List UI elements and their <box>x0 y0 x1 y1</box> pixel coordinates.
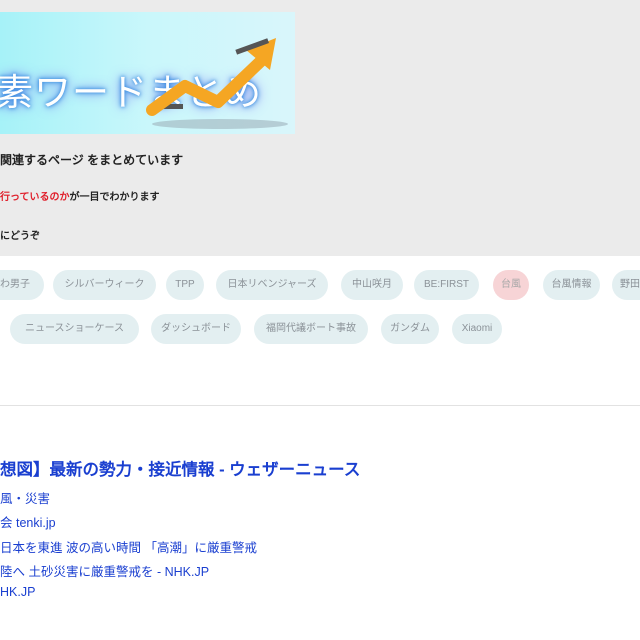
tag-item[interactable]: 福岡代議ボート事故 <box>254 314 368 344</box>
tag-item[interactable]: 中山咲月 <box>341 270 403 300</box>
result-link[interactable]: 陸へ 土砂災害に厳重警戒を - NHK.JP <box>0 561 209 580</box>
tag-item[interactable]: ダッシュボード <box>151 314 241 344</box>
intro-highlight: 行っているのか <box>0 192 70 203</box>
trend-arrow-icon <box>146 38 288 129</box>
tag-item[interactable]: わ男子 <box>0 270 44 300</box>
result-link[interactable]: 日本を東進 波の高い時間 「高潮」に厳重警戒 <box>0 537 257 556</box>
tag-item[interactable]: 野田 <box>612 270 640 300</box>
tag-item[interactable]: 台風情報 <box>543 270 600 300</box>
tag-item[interactable]: Xiaomi <box>452 314 502 344</box>
intro-welcome: にどうぞ <box>0 231 40 242</box>
site-logo[interactable]: 素ワードまとめ <box>0 12 295 134</box>
result-title-link[interactable]: 想図】最新の勢力・接近情報 - ウェザーニュース <box>0 456 360 480</box>
intro-trend-rest: が一目でわかります <box>69 192 160 203</box>
section-divider <box>0 405 640 406</box>
result-link[interactable]: 会 tenki.jp <box>0 512 56 531</box>
result-link[interactable]: 風・災害 <box>0 488 50 507</box>
intro-description: 関連するページ をまとめています <box>0 153 184 167</box>
tag-item[interactable]: BE:FIRST <box>414 270 479 300</box>
tag-item[interactable]: シルバーウィーク <box>53 270 156 300</box>
tag-item-active[interactable]: 台風 <box>493 270 529 300</box>
tag-item[interactable]: TPP <box>166 270 204 300</box>
intro-trend-note: 行っているのかが一目でわかります <box>0 188 160 203</box>
tag-item[interactable]: 日本リベンジャーズ <box>216 270 328 300</box>
result-link[interactable]: HK.JP <box>0 585 35 599</box>
tag-item[interactable]: ガンダム <box>381 314 439 344</box>
page-header: 素ワードまとめ 関連するページ をまとめています 行っているのかが一目でわかりま… <box>0 0 640 256</box>
tag-item[interactable]: ニュースショーケース <box>10 314 139 344</box>
